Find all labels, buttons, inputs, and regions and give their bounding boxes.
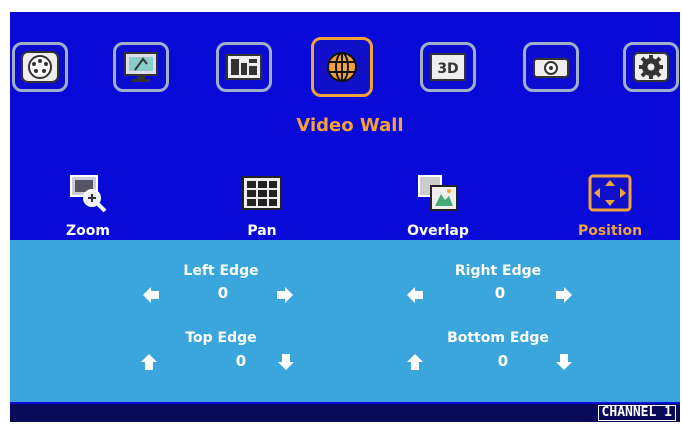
left-edge-value: 0 xyxy=(217,284,229,302)
osd-screen: 3D Video Wall Zoom Pan Overlap Position … xyxy=(10,12,680,422)
top-edge-value: 0 xyxy=(235,352,247,370)
left-edge-label: Left Edge xyxy=(183,263,259,279)
position-panel: Left Edge 0 Right Edge 0 Top Edge 0 Bott… xyxy=(10,240,680,402)
right-edge-decrease-icon[interactable] xyxy=(406,286,424,304)
zoom-icon[interactable] xyxy=(62,170,114,216)
submenu-label-overlap[interactable]: Overlap xyxy=(383,223,493,239)
bottom-edge-up-icon[interactable] xyxy=(406,353,424,371)
projector-icon[interactable] xyxy=(523,42,579,92)
right-edge-increase-icon[interactable] xyxy=(555,286,573,304)
bottom-edge-label: Bottom Edge xyxy=(447,330,549,346)
video-wall-icon[interactable] xyxy=(311,37,373,97)
right-edge-value: 0 xyxy=(494,284,506,302)
top-edge-down-icon[interactable] xyxy=(277,353,295,371)
pan-icon[interactable] xyxy=(236,170,288,216)
bottom-edge-down-icon[interactable] xyxy=(555,353,573,371)
left-edge-increase-icon[interactable] xyxy=(276,286,294,304)
menu-title: Video Wall xyxy=(296,115,404,136)
submenu-label-zoom[interactable]: Zoom xyxy=(33,223,143,239)
position-icon[interactable] xyxy=(584,170,636,216)
settings-icon[interactable] xyxy=(623,42,679,92)
top-edge-label: Top Edge xyxy=(185,330,257,346)
input-icon[interactable] xyxy=(12,42,68,92)
top-edge-up-icon[interactable] xyxy=(140,353,158,371)
svg-text:3D: 3D xyxy=(437,61,458,77)
channel-indicator: CHANNEL 1 xyxy=(597,405,676,421)
submenu-label-pan[interactable]: Pan xyxy=(207,223,317,239)
display-icon[interactable] xyxy=(113,42,169,92)
3d-icon[interactable]: 3D xyxy=(420,42,476,92)
bottom-edge-value: 0 xyxy=(497,352,509,370)
submenu-label-position[interactable]: Position xyxy=(555,223,665,239)
status-bar: CHANNEL 1 xyxy=(10,404,680,422)
audio-icon[interactable] xyxy=(216,42,272,92)
overlap-icon[interactable] xyxy=(412,170,464,216)
right-edge-label: Right Edge xyxy=(454,263,542,279)
left-edge-decrease-icon[interactable] xyxy=(142,286,160,304)
